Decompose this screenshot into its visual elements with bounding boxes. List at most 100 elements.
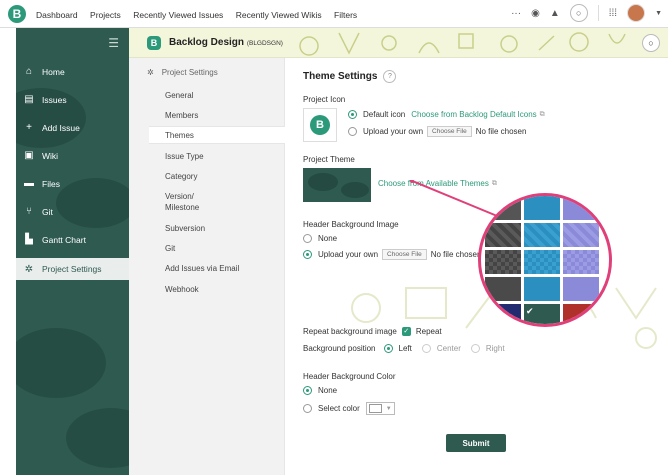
select-color-label: Select color: [318, 404, 360, 413]
position-center-radio[interactable]: [421, 344, 431, 353]
position-right-radio[interactable]: [470, 344, 480, 353]
default-icon-label: Default icon: [363, 110, 406, 119]
select-color-option[interactable]: Select color ▼: [303, 402, 395, 415]
submenu-themes[interactable]: Themes: [149, 126, 285, 144]
header-bg-image-label: Header Background Image: [303, 220, 399, 229]
submenu-members[interactable]: Members: [165, 111, 198, 120]
submenu-add-issues-email[interactable]: Add Issues via Email: [165, 264, 239, 273]
bg-color-none-radio[interactable]: [303, 386, 312, 395]
theme-tile[interactable]: [524, 196, 560, 220]
bg-image-upload-option[interactable]: Upload your own Choose File No file chos…: [303, 249, 481, 260]
sidebar-item-wiki[interactable]: ▣ Wiki: [24, 150, 58, 161]
theme-tile[interactable]: [524, 277, 560, 301]
theme-tile[interactable]: [485, 277, 521, 301]
bg-image-none-radio[interactable]: [303, 234, 312, 243]
theme-tile-selected[interactable]: ✔: [524, 304, 560, 324]
help-icon[interactable]: ?: [383, 70, 397, 83]
bg-image-none-label: None: [318, 234, 338, 243]
external-window-icon: ⧉: [539, 110, 545, 118]
sidebar-item-home[interactable]: ⌂ Home: [24, 66, 65, 77]
sidebar-item-files[interactable]: ▬ Files: [24, 178, 60, 189]
bg-image-upload-radio[interactable]: [303, 250, 312, 259]
nav-filters[interactable]: Filters: [334, 10, 357, 20]
submenu-general[interactable]: General: [165, 91, 193, 100]
folder-icon: ▬: [24, 178, 34, 189]
backlog-logo[interactable]: B: [8, 4, 26, 23]
chevron-down-icon[interactable]: ▼: [655, 10, 662, 17]
page-title: Theme Settings ?: [303, 70, 397, 83]
select-color-radio[interactable]: [303, 404, 312, 413]
default-icon-radio[interactable]: [348, 110, 357, 119]
submenu-issue-type[interactable]: Issue Type: [165, 152, 204, 161]
settings-submenu: ✲ Project Settings General Members Theme…: [129, 58, 285, 475]
theme-tile[interactable]: [563, 304, 599, 324]
upload-icon-option[interactable]: Upload your own Choose File No file chos…: [348, 126, 526, 137]
repeat-bg-row: Repeat background image ✓ Repeat: [303, 327, 442, 336]
camo-pattern: [66, 408, 129, 468]
bg-choose-file-button[interactable]: Choose File: [382, 249, 427, 260]
theme-grid: ✔: [485, 196, 599, 324]
theme-tile[interactable]: [563, 223, 599, 247]
theme-tile[interactable]: [563, 250, 599, 274]
top-nav: Dashboard Projects Recently Viewed Issue…: [36, 5, 365, 23]
submit-button[interactable]: Submit: [446, 434, 506, 452]
sidebar-item-label: Home: [42, 66, 65, 77]
nav-recent-wikis[interactable]: Recently Viewed Wikis: [236, 10, 322, 20]
default-icon-option[interactable]: Default icon Choose from Backlog Default…: [348, 110, 545, 119]
camo-pattern: [16, 328, 106, 398]
bg-color-none-option[interactable]: None: [303, 386, 337, 395]
color-swatch: [368, 404, 382, 413]
chevron-down-icon: ▼: [385, 405, 392, 412]
avatar[interactable]: [627, 4, 646, 22]
submenu-webhook[interactable]: Webhook: [165, 285, 199, 294]
top-bar: B Dashboard Projects Recently Viewed Iss…: [0, 0, 668, 28]
nav-recent-issues[interactable]: Recently Viewed Issues: [133, 10, 223, 20]
submenu-version[interactable]: Version/: [165, 192, 194, 201]
project-search-icon[interactable]: ○: [642, 34, 660, 52]
submenu-category[interactable]: Category: [165, 172, 197, 181]
bg-no-file-text: No file chosen: [430, 250, 482, 259]
list-icon: ▤: [24, 94, 34, 105]
sidebar-item-git[interactable]: ⑂ Git: [24, 206, 53, 217]
search-icon[interactable]: ○: [569, 4, 588, 22]
more-icon[interactable]: ···: [511, 8, 521, 19]
theme-tile[interactable]: [524, 250, 560, 274]
watch-icon[interactable]: ◉: [531, 8, 540, 19]
color-picker[interactable]: ▼: [365, 402, 395, 415]
hamburger-icon[interactable]: ☰: [108, 36, 119, 50]
sidebar-item-project-settings[interactable]: ✲ Project Settings: [16, 258, 129, 280]
bell-icon[interactable]: ▲: [550, 8, 560, 19]
project-icon-preview: B: [303, 108, 337, 142]
submenu-git[interactable]: Git: [165, 244, 175, 253]
project-name[interactable]: Backlog Design (BLGDSGN): [169, 37, 283, 48]
theme-tile[interactable]: [485, 250, 521, 274]
theme-tile[interactable]: [485, 304, 521, 324]
theme-tile[interactable]: [524, 223, 560, 247]
position-left-radio[interactable]: [383, 344, 393, 353]
repeat-checkbox[interactable]: ✓: [401, 327, 411, 336]
project-icon[interactable]: B: [147, 36, 161, 50]
sidebar-item-label: Wiki: [42, 150, 59, 161]
sidebar-item-gantt[interactable]: ▙ Gantt Chart: [24, 234, 86, 245]
nav-dashboard[interactable]: Dashboard: [36, 10, 78, 20]
theme-picker-magnifier: ✔: [478, 193, 612, 327]
sidebar-item-issues[interactable]: ▤ Issues: [24, 94, 67, 105]
upload-own-label: Upload your own: [363, 127, 424, 136]
theme-tile[interactable]: [485, 196, 521, 220]
choose-default-icons-link[interactable]: Choose from Backlog Default Icons: [411, 110, 536, 119]
sidebar-item-label: Issues: [42, 94, 67, 105]
upload-icon-radio[interactable]: [348, 127, 357, 136]
submenu-subversion[interactable]: Subversion: [165, 224, 205, 233]
nav-projects[interactable]: Projects: [90, 10, 121, 20]
theme-tile[interactable]: [563, 196, 599, 220]
bg-image-none-option[interactable]: None: [303, 234, 337, 243]
sidebar-item-label: Git: [42, 206, 53, 217]
choose-file-button[interactable]: Choose File: [427, 126, 472, 137]
theme-tile[interactable]: [485, 223, 521, 247]
current-theme-preview: [303, 168, 371, 202]
theme-tile[interactable]: [563, 277, 599, 301]
header-bg-color-label: Header Background Color: [303, 372, 396, 381]
sidebar-item-add-issue[interactable]: + Add Issue: [24, 122, 80, 133]
submenu-milestone[interactable]: Milestone: [165, 203, 199, 212]
apps-grid-icon[interactable]: ⁞⁞⁞: [609, 8, 617, 19]
